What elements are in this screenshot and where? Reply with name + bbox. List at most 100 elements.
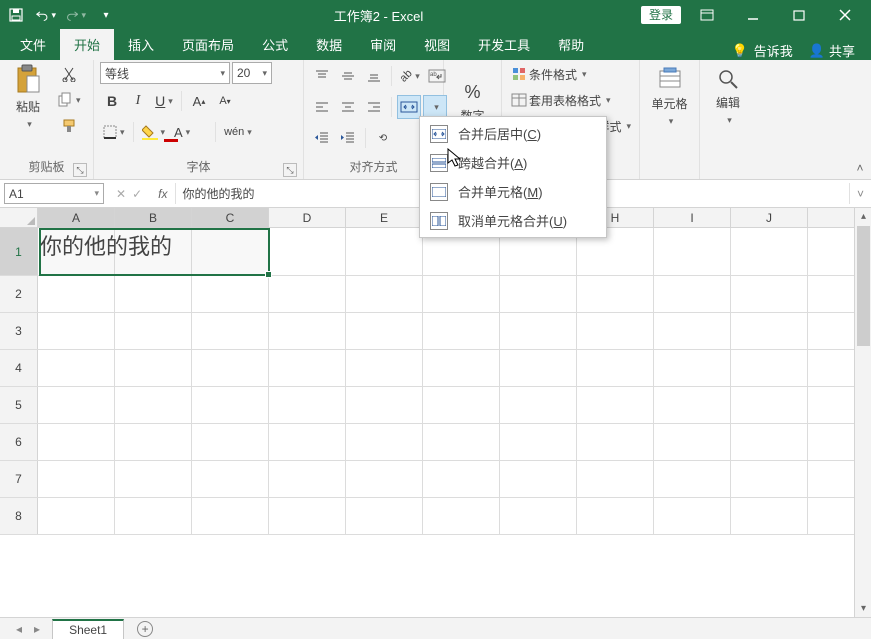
cell-J1[interactable]	[731, 228, 808, 275]
merge-center-button[interactable]	[397, 95, 421, 119]
cell-A7[interactable]	[38, 461, 115, 497]
cell-B2[interactable]	[115, 276, 192, 312]
cell-C5[interactable]	[192, 387, 269, 423]
bold-button[interactable]: B	[100, 89, 124, 113]
cell-D1[interactable]	[269, 228, 346, 275]
cell-G4[interactable]	[500, 350, 577, 386]
expand-formula-bar-icon[interactable]: ˅	[849, 183, 871, 204]
cell-J8[interactable]	[731, 498, 808, 534]
cell-H8[interactable]	[577, 498, 654, 534]
align-center-icon[interactable]	[336, 95, 360, 119]
tell-me[interactable]: 💡告诉我	[732, 41, 793, 60]
login-button[interactable]: 登录	[641, 6, 681, 24]
cell-G2[interactable]	[500, 276, 577, 312]
cell-G3[interactable]	[500, 313, 577, 349]
editing-button[interactable]: 编辑▾	[706, 62, 750, 132]
row-header-5[interactable]: 5	[0, 387, 38, 423]
cell-D3[interactable]	[269, 313, 346, 349]
cell-A4[interactable]	[38, 350, 115, 386]
align-top-icon[interactable]	[310, 64, 334, 88]
cell-D8[interactable]	[269, 498, 346, 534]
cell-B7[interactable]	[115, 461, 192, 497]
format-painter-icon[interactable]	[57, 114, 81, 138]
cell-B8[interactable]	[115, 498, 192, 534]
cell-B3[interactable]	[115, 313, 192, 349]
col-header-D[interactable]: D	[269, 208, 346, 227]
fx-icon[interactable]: fx	[150, 187, 175, 201]
vertical-scrollbar[interactable]: ▴ ▾	[854, 208, 871, 617]
tab-view[interactable]: 视图	[410, 29, 464, 60]
row-header-2[interactable]: 2	[0, 276, 38, 312]
cell-C6[interactable]	[192, 424, 269, 460]
cell-F4[interactable]	[423, 350, 500, 386]
enter-formula-icon[interactable]: ✓	[132, 187, 142, 201]
borders-button[interactable]: ▾	[100, 120, 128, 144]
cell-C4[interactable]	[192, 350, 269, 386]
clipboard-dialog-launcher[interactable]: ⤡	[73, 163, 87, 177]
cell-G5[interactable]	[500, 387, 577, 423]
tab-insert[interactable]: 插入	[114, 29, 168, 60]
row-header-7[interactable]: 7	[0, 461, 38, 497]
cell-D5[interactable]	[269, 387, 346, 423]
ribbon-display-options-icon[interactable]	[687, 0, 727, 30]
cell-C8[interactable]	[192, 498, 269, 534]
cell-H6[interactable]	[577, 424, 654, 460]
name-box[interactable]: A1▾	[4, 183, 104, 204]
cell-D4[interactable]	[269, 350, 346, 386]
cell-B5[interactable]	[115, 387, 192, 423]
tab-formulas[interactable]: 公式	[248, 29, 302, 60]
phonetic-button[interactable]: wén▾	[221, 120, 255, 144]
scroll-up-arrow[interactable]: ▴	[855, 208, 871, 225]
row-header-3[interactable]: 3	[0, 313, 38, 349]
cell-F7[interactable]	[423, 461, 500, 497]
align-bottom-icon[interactable]	[362, 64, 386, 88]
tab-layout[interactable]: 页面布局	[168, 29, 248, 60]
col-header-E[interactable]: E	[346, 208, 423, 227]
cell-E7[interactable]	[346, 461, 423, 497]
cell-D2[interactable]	[269, 276, 346, 312]
cell-E4[interactable]	[346, 350, 423, 386]
unmerge-item[interactable]: 取消单元格合并(U)	[422, 206, 604, 235]
cancel-formula-icon[interactable]: ✕	[116, 187, 126, 201]
cell-J4[interactable]	[731, 350, 808, 386]
cell-I4[interactable]	[654, 350, 731, 386]
cell-A6[interactable]	[38, 424, 115, 460]
align-middle-icon[interactable]	[336, 64, 360, 88]
orientation-alt-icon[interactable]: ⟲	[371, 126, 395, 150]
cell-E5[interactable]	[346, 387, 423, 423]
close-icon[interactable]	[825, 0, 865, 30]
row-header-4[interactable]: 4	[0, 350, 38, 386]
decrease-indent-icon[interactable]	[310, 126, 334, 150]
decrease-font-icon[interactable]: A▾	[213, 89, 237, 113]
cell-G7[interactable]	[500, 461, 577, 497]
copy-icon[interactable]: ▾	[54, 88, 84, 112]
cell-H7[interactable]	[577, 461, 654, 497]
increase-indent-icon[interactable]	[336, 126, 360, 150]
cell-C1[interactable]	[192, 228, 269, 275]
cell-E8[interactable]	[346, 498, 423, 534]
italic-button[interactable]: I	[126, 89, 150, 113]
cell-A2[interactable]	[38, 276, 115, 312]
increase-font-icon[interactable]: A▴	[187, 89, 211, 113]
cell-A8[interactable]	[38, 498, 115, 534]
qat-customize-icon[interactable]: ▾	[96, 5, 116, 25]
cell-E6[interactable]	[346, 424, 423, 460]
cell-I1[interactable]	[654, 228, 731, 275]
cell-E3[interactable]	[346, 313, 423, 349]
cell-A5[interactable]	[38, 387, 115, 423]
cell-H2[interactable]	[577, 276, 654, 312]
cell-J3[interactable]	[731, 313, 808, 349]
cell-H4[interactable]	[577, 350, 654, 386]
row-header-1[interactable]: 1	[0, 228, 38, 275]
share-button[interactable]: 👤共享	[809, 41, 855, 60]
cell-D7[interactable]	[269, 461, 346, 497]
scroll-thumb[interactable]	[857, 226, 870, 346]
merge-cells-item[interactable]: 合并单元格(M)	[422, 177, 604, 206]
cell-G6[interactable]	[500, 424, 577, 460]
cell-B1[interactable]	[115, 228, 192, 275]
save-icon[interactable]	[6, 5, 26, 25]
tab-help[interactable]: 帮助	[544, 29, 598, 60]
tab-developer[interactable]: 开发工具	[464, 29, 544, 60]
underline-button[interactable]: U▾	[152, 89, 176, 113]
col-header-A[interactable]: A	[38, 208, 115, 227]
